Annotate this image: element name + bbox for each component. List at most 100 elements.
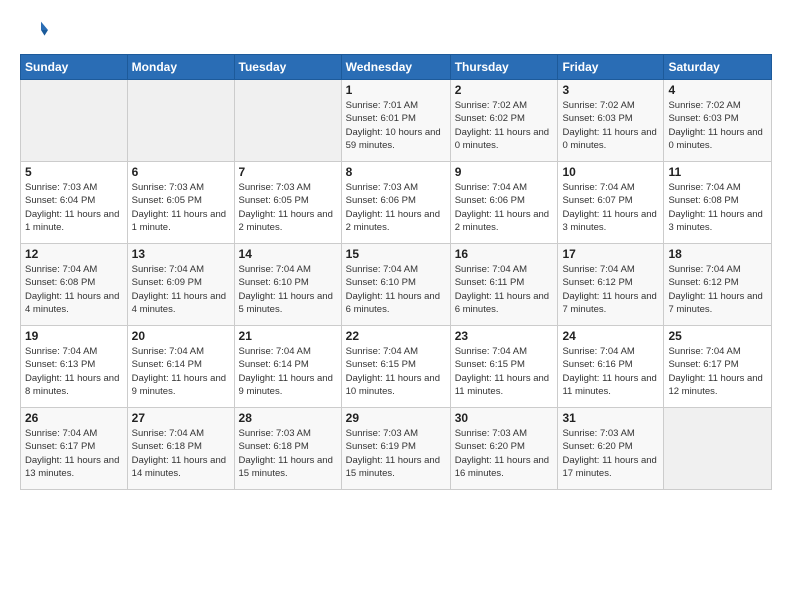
day-info: Sunrise: 7:03 AM Sunset: 6:05 PM Dayligh…	[132, 181, 230, 234]
day-number: 20	[132, 329, 230, 343]
day-number: 8	[346, 165, 446, 179]
day-info: Sunrise: 7:03 AM Sunset: 6:06 PM Dayligh…	[346, 181, 446, 234]
day-info: Sunrise: 7:04 AM Sunset: 6:14 PM Dayligh…	[132, 345, 230, 398]
calendar-cell	[21, 80, 128, 162]
calendar-week-row: 5 Sunrise: 7:03 AM Sunset: 6:04 PM Daylig…	[21, 162, 772, 244]
day-info: Sunrise: 7:03 AM Sunset: 6:04 PM Dayligh…	[25, 181, 123, 234]
day-number: 12	[25, 247, 123, 261]
day-number: 18	[668, 247, 767, 261]
calendar-cell: 20 Sunrise: 7:04 AM Sunset: 6:14 PM Dayli…	[127, 326, 234, 408]
day-number: 2	[455, 83, 554, 97]
calendar-table: SundayMondayTuesdayWednesdayThursdayFrid…	[20, 54, 772, 490]
calendar-cell: 18 Sunrise: 7:04 AM Sunset: 6:12 PM Dayli…	[664, 244, 772, 326]
day-number: 11	[668, 165, 767, 179]
day-number: 4	[668, 83, 767, 97]
weekday-header: Sunday	[21, 55, 128, 80]
day-info: Sunrise: 7:04 AM Sunset: 6:10 PM Dayligh…	[346, 263, 446, 316]
day-info: Sunrise: 7:03 AM Sunset: 6:20 PM Dayligh…	[562, 427, 659, 480]
day-info: Sunrise: 7:02 AM Sunset: 6:02 PM Dayligh…	[455, 99, 554, 152]
header	[20, 16, 772, 44]
day-info: Sunrise: 7:04 AM Sunset: 6:15 PM Dayligh…	[346, 345, 446, 398]
day-number: 21	[239, 329, 337, 343]
calendar-cell: 6Sunrise: 7:03 AM Sunset: 6:05 PM Daylig…	[127, 162, 234, 244]
calendar-week-row: 1 Sunrise: 7:01 AM Sunset: 6:01 PM Daylig…	[21, 80, 772, 162]
day-number: 5	[25, 165, 123, 179]
day-info: Sunrise: 7:02 AM Sunset: 6:03 PM Dayligh…	[562, 99, 659, 152]
day-info: Sunrise: 7:03 AM Sunset: 6:05 PM Dayligh…	[239, 181, 337, 234]
calendar-cell: 27 Sunrise: 7:04 AM Sunset: 6:18 PM Dayli…	[127, 408, 234, 490]
day-info: Sunrise: 7:01 AM Sunset: 6:01 PM Dayligh…	[346, 99, 446, 152]
day-number: 14	[239, 247, 337, 261]
day-number: 30	[455, 411, 554, 425]
calendar-cell: 1 Sunrise: 7:01 AM Sunset: 6:01 PM Daylig…	[341, 80, 450, 162]
logo	[20, 16, 52, 44]
calendar-cell: 29Sunrise: 7:03 AM Sunset: 6:19 PM Dayli…	[341, 408, 450, 490]
day-info: Sunrise: 7:04 AM Sunset: 6:12 PM Dayligh…	[668, 263, 767, 316]
day-info: Sunrise: 7:02 AM Sunset: 6:03 PM Dayligh…	[668, 99, 767, 152]
calendar-cell: 22 Sunrise: 7:04 AM Sunset: 6:15 PM Dayli…	[341, 326, 450, 408]
day-info: Sunrise: 7:04 AM Sunset: 6:16 PM Dayligh…	[562, 345, 659, 398]
day-number: 24	[562, 329, 659, 343]
calendar-cell: 13 Sunrise: 7:04 AM Sunset: 6:09 PM Dayli…	[127, 244, 234, 326]
calendar-cell: 15 Sunrise: 7:04 AM Sunset: 6:10 PM Dayli…	[341, 244, 450, 326]
calendar-cell	[664, 408, 772, 490]
day-number: 31	[562, 411, 659, 425]
day-info: Sunrise: 7:04 AM Sunset: 6:08 PM Dayligh…	[668, 181, 767, 234]
calendar-cell: 24 Sunrise: 7:04 AM Sunset: 6:16 PM Dayli…	[558, 326, 664, 408]
calendar-cell: 11 Sunrise: 7:04 AM Sunset: 6:08 PM Dayli…	[664, 162, 772, 244]
page: SundayMondayTuesdayWednesdayThursdayFrid…	[0, 0, 792, 612]
calendar-cell: 19 Sunrise: 7:04 AM Sunset: 6:13 PM Dayli…	[21, 326, 128, 408]
calendar-cell: 2 Sunrise: 7:02 AM Sunset: 6:02 PM Daylig…	[450, 80, 558, 162]
day-info: Sunrise: 7:04 AM Sunset: 6:18 PM Dayligh…	[132, 427, 230, 480]
day-info: Sunrise: 7:04 AM Sunset: 6:12 PM Dayligh…	[562, 263, 659, 316]
day-number: 26	[25, 411, 123, 425]
weekday-header: Wednesday	[341, 55, 450, 80]
day-info: Sunrise: 7:03 AM Sunset: 6:18 PM Dayligh…	[239, 427, 337, 480]
day-number: 17	[562, 247, 659, 261]
calendar-cell: 16Sunrise: 7:04 AM Sunset: 6:11 PM Dayli…	[450, 244, 558, 326]
day-number: 27	[132, 411, 230, 425]
day-number: 7	[239, 165, 337, 179]
logo-icon	[20, 16, 48, 44]
calendar-cell: 9 Sunrise: 7:04 AM Sunset: 6:06 PM Daylig…	[450, 162, 558, 244]
day-number: 1	[346, 83, 446, 97]
day-number: 15	[346, 247, 446, 261]
calendar-header-row: SundayMondayTuesdayWednesdayThursdayFrid…	[21, 55, 772, 80]
day-number: 29	[346, 411, 446, 425]
calendar-cell: 10Sunrise: 7:04 AM Sunset: 6:07 PM Dayli…	[558, 162, 664, 244]
day-info: Sunrise: 7:04 AM Sunset: 6:10 PM Dayligh…	[239, 263, 337, 316]
day-info: Sunrise: 7:04 AM Sunset: 6:14 PM Dayligh…	[239, 345, 337, 398]
day-info: Sunrise: 7:04 AM Sunset: 6:13 PM Dayligh…	[25, 345, 123, 398]
weekday-header: Monday	[127, 55, 234, 80]
calendar-cell: 31 Sunrise: 7:03 AM Sunset: 6:20 PM Dayli…	[558, 408, 664, 490]
calendar-cell: 25 Sunrise: 7:04 AM Sunset: 6:17 PM Dayli…	[664, 326, 772, 408]
weekday-header: Friday	[558, 55, 664, 80]
calendar-cell: 30Sunrise: 7:03 AM Sunset: 6:20 PM Dayli…	[450, 408, 558, 490]
day-number: 23	[455, 329, 554, 343]
calendar-cell: 5 Sunrise: 7:03 AM Sunset: 6:04 PM Daylig…	[21, 162, 128, 244]
calendar-cell: 7 Sunrise: 7:03 AM Sunset: 6:05 PM Daylig…	[234, 162, 341, 244]
day-number: 28	[239, 411, 337, 425]
calendar-week-row: 26 Sunrise: 7:04 AM Sunset: 6:17 PM Dayli…	[21, 408, 772, 490]
calendar-cell: 8 Sunrise: 7:03 AM Sunset: 6:06 PM Daylig…	[341, 162, 450, 244]
day-number: 13	[132, 247, 230, 261]
day-info: Sunrise: 7:04 AM Sunset: 6:08 PM Dayligh…	[25, 263, 123, 316]
calendar-cell	[234, 80, 341, 162]
day-info: Sunrise: 7:04 AM Sunset: 6:15 PM Dayligh…	[455, 345, 554, 398]
weekday-header: Thursday	[450, 55, 558, 80]
calendar-cell: 21 Sunrise: 7:04 AM Sunset: 6:14 PM Dayli…	[234, 326, 341, 408]
day-number: 19	[25, 329, 123, 343]
day-number: 16	[455, 247, 554, 261]
day-number: 25	[668, 329, 767, 343]
day-number: 22	[346, 329, 446, 343]
day-info: Sunrise: 7:04 AM Sunset: 6:09 PM Dayligh…	[132, 263, 230, 316]
calendar-week-row: 12 Sunrise: 7:04 AM Sunset: 6:08 PM Dayli…	[21, 244, 772, 326]
day-info: Sunrise: 7:04 AM Sunset: 6:17 PM Dayligh…	[668, 345, 767, 398]
calendar-cell: 3Sunrise: 7:02 AM Sunset: 6:03 PM Daylig…	[558, 80, 664, 162]
day-number: 9	[455, 165, 554, 179]
weekday-header: Tuesday	[234, 55, 341, 80]
day-info: Sunrise: 7:04 AM Sunset: 6:06 PM Dayligh…	[455, 181, 554, 234]
day-info: Sunrise: 7:04 AM Sunset: 6:17 PM Dayligh…	[25, 427, 123, 480]
calendar-cell: 14 Sunrise: 7:04 AM Sunset: 6:10 PM Dayli…	[234, 244, 341, 326]
calendar-cell: 12 Sunrise: 7:04 AM Sunset: 6:08 PM Dayli…	[21, 244, 128, 326]
